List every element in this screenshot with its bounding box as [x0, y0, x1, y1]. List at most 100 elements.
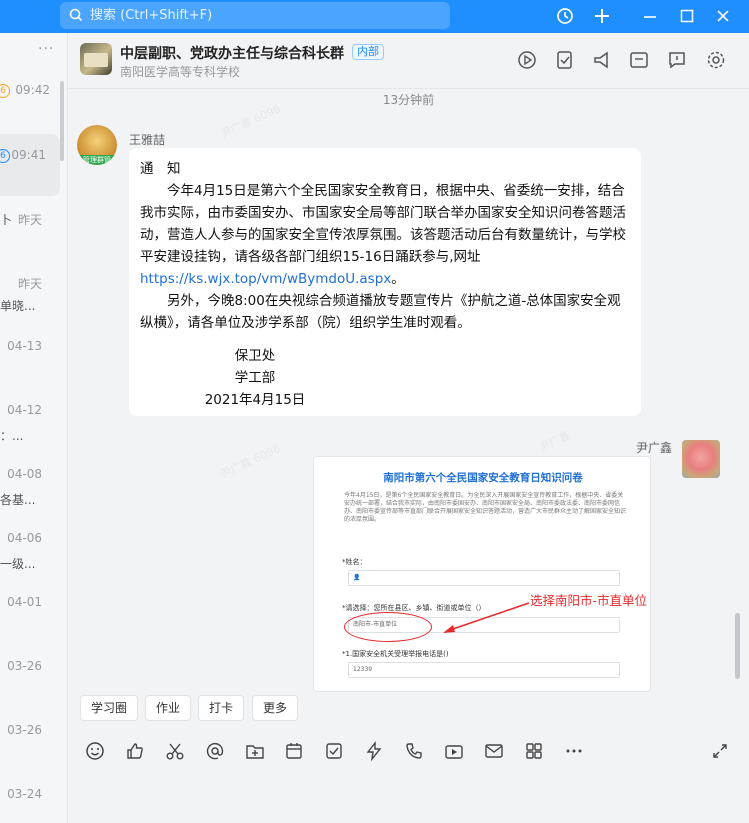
chat-header: 中层副职、党政办主任与综合科长群 内部 南阳医学高等专科学校	[68, 33, 749, 89]
schedule-icon[interactable]	[283, 740, 305, 762]
flash-icon[interactable]	[363, 740, 385, 762]
emoji-icon[interactable]	[84, 740, 106, 762]
plus-icon[interactable]	[589, 4, 615, 28]
form-title: 南阳市第六个全民国家安全教育日知识问卷	[383, 472, 583, 484]
conversation-snippet: 各基...	[0, 493, 36, 507]
unread-badge: 6	[0, 84, 10, 98]
conversation-item[interactable]: 6 09:42	[0, 67, 60, 129]
conversation-time: 04-06	[7, 531, 42, 545]
search-placeholder: 搜索 (Ctrl+Shift+F)	[90, 8, 213, 23]
conversation-snippet: ：...	[0, 429, 24, 443]
conversation-time: 03-26	[7, 723, 42, 737]
conversation-item[interactable]: 04-12 ：...	[0, 397, 60, 459]
conversation-snippet: 卜	[0, 213, 13, 227]
live-icon[interactable]	[443, 740, 465, 762]
conversation-item-selected[interactable]: 6 09:41	[0, 134, 60, 196]
sender-name[interactable]: 尹广鑫	[636, 439, 672, 456]
notice-paragraph: 今年4月15日是第六个全民国家安全教育日，根据中央、省委统一安排，结合我市实际，…	[140, 183, 626, 287]
conversation-time: 04-08	[7, 467, 42, 481]
signature-date: 2021年4月15日	[204, 392, 306, 408]
like-icon[interactable]	[124, 740, 146, 762]
chat-panel: 中层副职、党政办主任与综合科长群 内部 南阳医学高等专科学校 尹广鑫 6096 …	[68, 33, 749, 823]
apps-icon[interactable]	[523, 740, 545, 762]
time-separator: 13分钟前	[382, 93, 435, 107]
form-input: 👤	[348, 570, 620, 586]
annotation-arrow	[441, 601, 531, 639]
study-circle-button[interactable]: 学习圈	[80, 695, 139, 721]
internal-tag: 内部	[352, 44, 384, 60]
chat-scrollbar[interactable]	[735, 613, 740, 679]
conversation-item[interactable]: 04-06 一级...	[0, 525, 60, 587]
close-icon[interactable]	[710, 4, 736, 28]
annotation-circle	[344, 612, 432, 642]
conversation-time: 03-26	[7, 659, 42, 673]
history-icon[interactable]	[552, 4, 578, 28]
conversation-item[interactable]: 03-26	[0, 717, 60, 779]
announcement-icon[interactable]	[591, 49, 613, 71]
more-icon[interactable]	[563, 740, 585, 762]
message-bubble[interactable]: 通 知 今年4月15日是第六个全民国家安全教育日，根据中央、省委统一安排，结合我…	[129, 148, 641, 416]
signature-dept: 保卫处	[234, 348, 276, 364]
replay-icon[interactable]	[516, 49, 538, 71]
conversation-item[interactable]: 03-24	[0, 781, 60, 823]
watermark: 尹广鑫 6096	[218, 441, 283, 481]
conversation-time: 09:41	[11, 148, 46, 162]
group-name[interactable]: 中层副职、党政办主任与综合科长群	[120, 43, 344, 63]
survey-link[interactable]: https://ks.wjx.top/vm/wBymdoU.aspx	[140, 271, 391, 287]
message-icon[interactable]	[666, 49, 688, 71]
homework-button[interactable]: 作业	[145, 695, 192, 721]
conversation-time: 04-13	[7, 339, 42, 353]
todo-icon[interactable]	[554, 49, 576, 71]
title-bar: 搜索 (Ctrl+Shift+F)	[0, 0, 749, 33]
conversation-snippet: 一级...	[0, 557, 36, 571]
sender-name[interactable]: 王雅喆	[129, 131, 165, 148]
check-icon[interactable]	[323, 740, 345, 762]
image-message[interactable]: 南阳市第六个全民国家安全教育日知识问卷 今年4月15日，是第6个全民国家安全教育…	[313, 456, 651, 692]
form-option: 12339	[348, 662, 620, 678]
form-question: *1.国家安全机关受理举报电话是()	[342, 650, 449, 658]
conversation-item[interactable]: 昨天 单晓...	[0, 265, 60, 327]
conversation-time: 04-01	[7, 595, 42, 609]
input-toolbar	[68, 736, 749, 766]
search-input[interactable]: 搜索 (Ctrl+Shift+F)	[60, 2, 450, 29]
form-question: *姓名：	[342, 558, 367, 566]
unread-badge: 6	[0, 149, 10, 163]
notice-paragraph: 另外，今晚8:00在央视综合频道播放专题宣传片《护航之道-总体国家安全观纵横》，…	[140, 293, 621, 331]
conversation-time: 03-24	[7, 787, 42, 801]
conversation-item[interactable]: 04-01	[0, 589, 60, 651]
mention-icon[interactable]	[204, 740, 226, 762]
admin-badge: 管理群管	[77, 155, 117, 165]
org-name: 南阳医学高等专科学校	[120, 65, 241, 79]
add-folder-icon[interactable]	[244, 740, 266, 762]
scissors-icon[interactable]	[164, 740, 186, 762]
conversation-list-scrollbar[interactable]	[60, 81, 64, 161]
conversation-list: ··· 6 09:42 6 09:41 卜 昨天 昨天 单晓... 04-13 …	[0, 33, 68, 823]
watermark: 尹广鑫	[537, 428, 573, 455]
more-icon[interactable]: ···	[38, 41, 54, 57]
signature-dept: 学工部	[234, 370, 276, 386]
conversation-item[interactable]: 04-13	[0, 333, 60, 395]
maximize-icon[interactable]	[674, 4, 700, 28]
conversation-item[interactable]: 04-08 各基...	[0, 461, 60, 523]
mail-icon[interactable]	[483, 740, 505, 762]
settings-icon[interactable]	[705, 49, 727, 71]
docs-icon[interactable]	[628, 49, 650, 71]
conversation-time: 04-12	[7, 403, 42, 417]
checkin-button[interactable]: 打卡	[198, 695, 245, 721]
quick-actions-bar: 学习圈 作业 打卡 更多	[68, 691, 749, 729]
conversation-item[interactable]: 03-26	[0, 653, 60, 715]
sender-avatar[interactable]	[682, 440, 720, 478]
conversation-item[interactable]: 卜 昨天	[0, 201, 60, 263]
conversation-time: 昨天	[17, 213, 42, 227]
expand-icon[interactable]	[709, 740, 731, 762]
sender-avatar[interactable]: 管理群管	[77, 125, 117, 165]
conversation-snippet: 单晓...	[0, 299, 36, 313]
more-button[interactable]: 更多	[252, 695, 299, 721]
call-icon[interactable]	[403, 740, 425, 762]
form-description: 今年4月15日，是第6个全民国家安全教育日。为全民深入开展国家安全宣传教育工作，…	[344, 492, 627, 523]
notice-heading: 通 知	[140, 161, 181, 177]
minimize-icon[interactable]	[637, 4, 663, 28]
group-avatar[interactable]	[80, 43, 112, 75]
conversation-time: 09:42	[15, 83, 50, 97]
annotation-text: 选择南阳市-市直单位	[530, 593, 648, 608]
